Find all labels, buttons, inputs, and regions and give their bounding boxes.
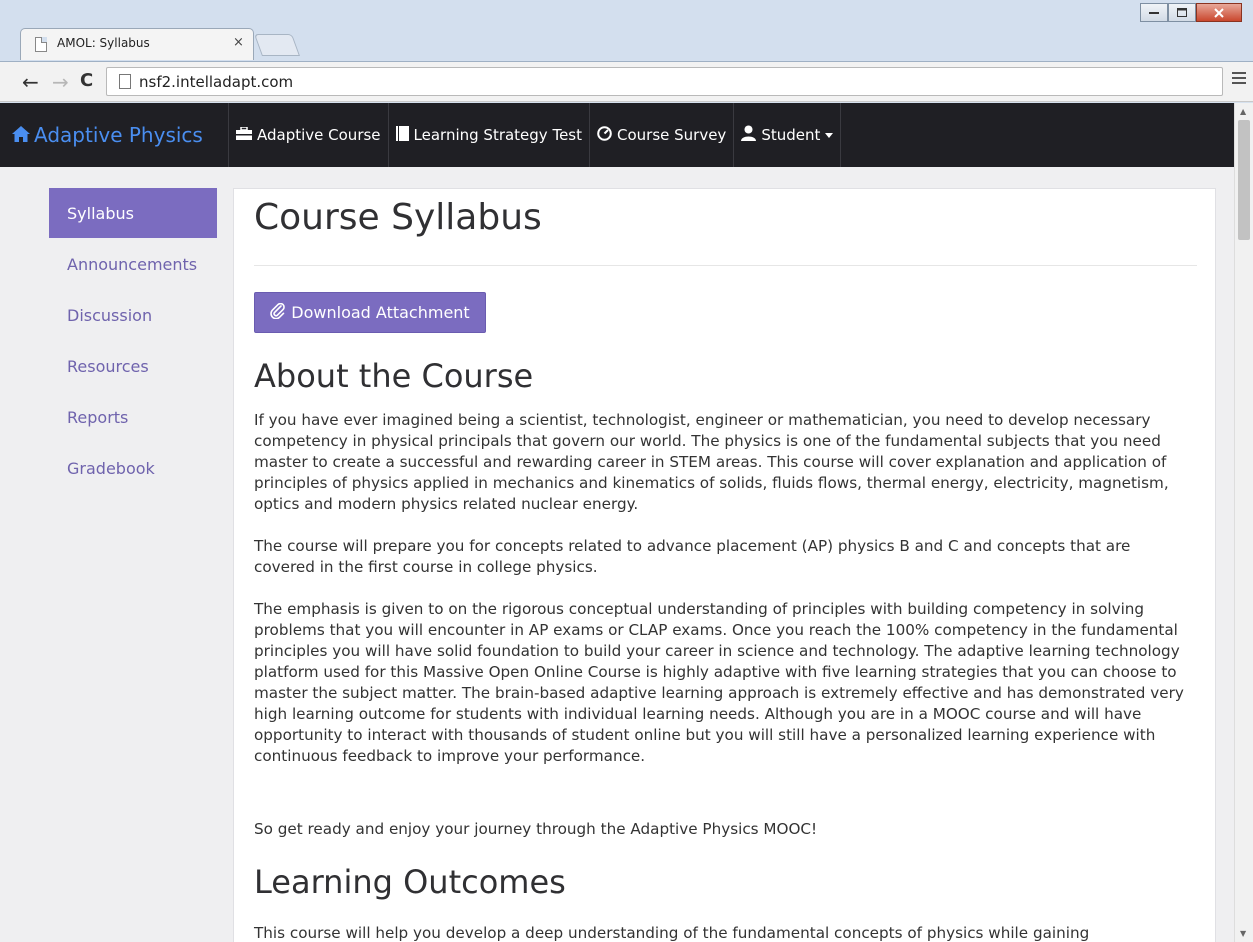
minimize-icon [1149, 11, 1159, 14]
nav-course-survey[interactable]: Course Survey [589, 103, 733, 167]
nav-learning-strategy-test[interactable]: Learning Strategy Test [387, 103, 589, 167]
scroll-thumb[interactable] [1238, 120, 1250, 240]
browser-tab[interactable]: AMOL: Syllabus × [20, 28, 254, 60]
paragraph: If you have ever imagined being a scient… [254, 411, 1169, 513]
page-viewport: Adaptive Physics Adaptive Course Learnin… [0, 103, 1234, 942]
nav-adaptive-course[interactable]: Adaptive Course [228, 103, 388, 167]
briefcase-icon [236, 125, 252, 144]
sidebar-item-discussion[interactable]: Discussion [49, 290, 217, 340]
sidebar-item-gradebook[interactable]: Gradebook [49, 443, 217, 493]
paragraph: So get ready and enjoy your journey thro… [254, 820, 818, 838]
divider [254, 265, 1197, 266]
nav-label: Adaptive Course [257, 126, 381, 144]
maximize-icon [1177, 8, 1187, 17]
close-icon[interactable]: × [233, 35, 244, 50]
scroll-down-icon[interactable]: ▼ [1240, 929, 1246, 938]
paragraph: This course will help you develop a deep… [254, 924, 1090, 942]
nav-menu: Adaptive Course Learning Strategy Test C… [228, 103, 842, 167]
browser-title-bar: AMOL: Syllabus × [0, 0, 1253, 62]
top-navbar: Adaptive Physics Adaptive Course Learnin… [0, 103, 1234, 167]
book-icon [395, 125, 409, 145]
scroll-up-icon[interactable]: ▲ [1240, 107, 1246, 116]
brand-link[interactable]: Adaptive Physics [12, 123, 203, 147]
paperclip-icon [270, 302, 286, 323]
tab-title: AMOL: Syllabus [57, 36, 150, 50]
nav-label: Student [761, 126, 821, 144]
brand-label: Adaptive Physics [34, 123, 203, 147]
section-heading-outcomes: Learning Outcomes [254, 863, 566, 901]
paragraph: The emphasis is given to on the rigorous… [254, 600, 1184, 765]
vertical-scrollbar[interactable]: ▲ ▼ [1234, 103, 1253, 942]
page-icon [35, 37, 47, 52]
dashboard-icon [597, 125, 612, 145]
maximize-button[interactable] [1168, 3, 1196, 22]
sidebar: Syllabus Announcements Discussion Resour… [49, 188, 217, 494]
sidebar-item-announcements[interactable]: Announcements [49, 239, 217, 289]
sidebar-item-reports[interactable]: Reports [49, 392, 217, 442]
page-icon [119, 74, 131, 89]
new-tab-button[interactable] [253, 34, 301, 56]
browser-toolbar: ← → C nsf2.intelladapt.com [0, 62, 1253, 102]
address-bar[interactable]: nsf2.intelladapt.com [106, 67, 1223, 96]
menu-icon[interactable] [1232, 72, 1246, 87]
close-icon [1214, 7, 1224, 18]
reload-icon[interactable]: C [80, 70, 93, 91]
sidebar-item-resources[interactable]: Resources [49, 341, 217, 391]
window-controls [1140, 3, 1242, 23]
nav-label: Course Survey [617, 126, 727, 144]
home-icon [12, 123, 30, 147]
download-label: Download Attachment [291, 303, 470, 322]
chevron-down-icon [825, 132, 834, 138]
minimize-button[interactable] [1140, 3, 1168, 22]
nav-label: Learning Strategy Test [413, 126, 582, 144]
close-window-button[interactable] [1196, 3, 1242, 22]
page-title: Course Syllabus [254, 197, 542, 238]
back-arrow-icon[interactable]: ← [22, 70, 39, 94]
sidebar-item-syllabus[interactable]: Syllabus [49, 188, 217, 238]
forward-arrow-icon[interactable]: → [52, 70, 69, 94]
download-attachment-button[interactable]: Download Attachment [254, 292, 486, 333]
user-icon [741, 125, 757, 145]
section-heading-about: About the Course [254, 357, 534, 395]
paragraph: The course will prepare you for concepts… [254, 537, 1131, 576]
url-text[interactable]: nsf2.intelladapt.com [139, 73, 293, 91]
nav-student-dropdown[interactable]: Student [733, 103, 842, 167]
content-panel: Course Syllabus Download Attachment Abou… [233, 188, 1216, 942]
